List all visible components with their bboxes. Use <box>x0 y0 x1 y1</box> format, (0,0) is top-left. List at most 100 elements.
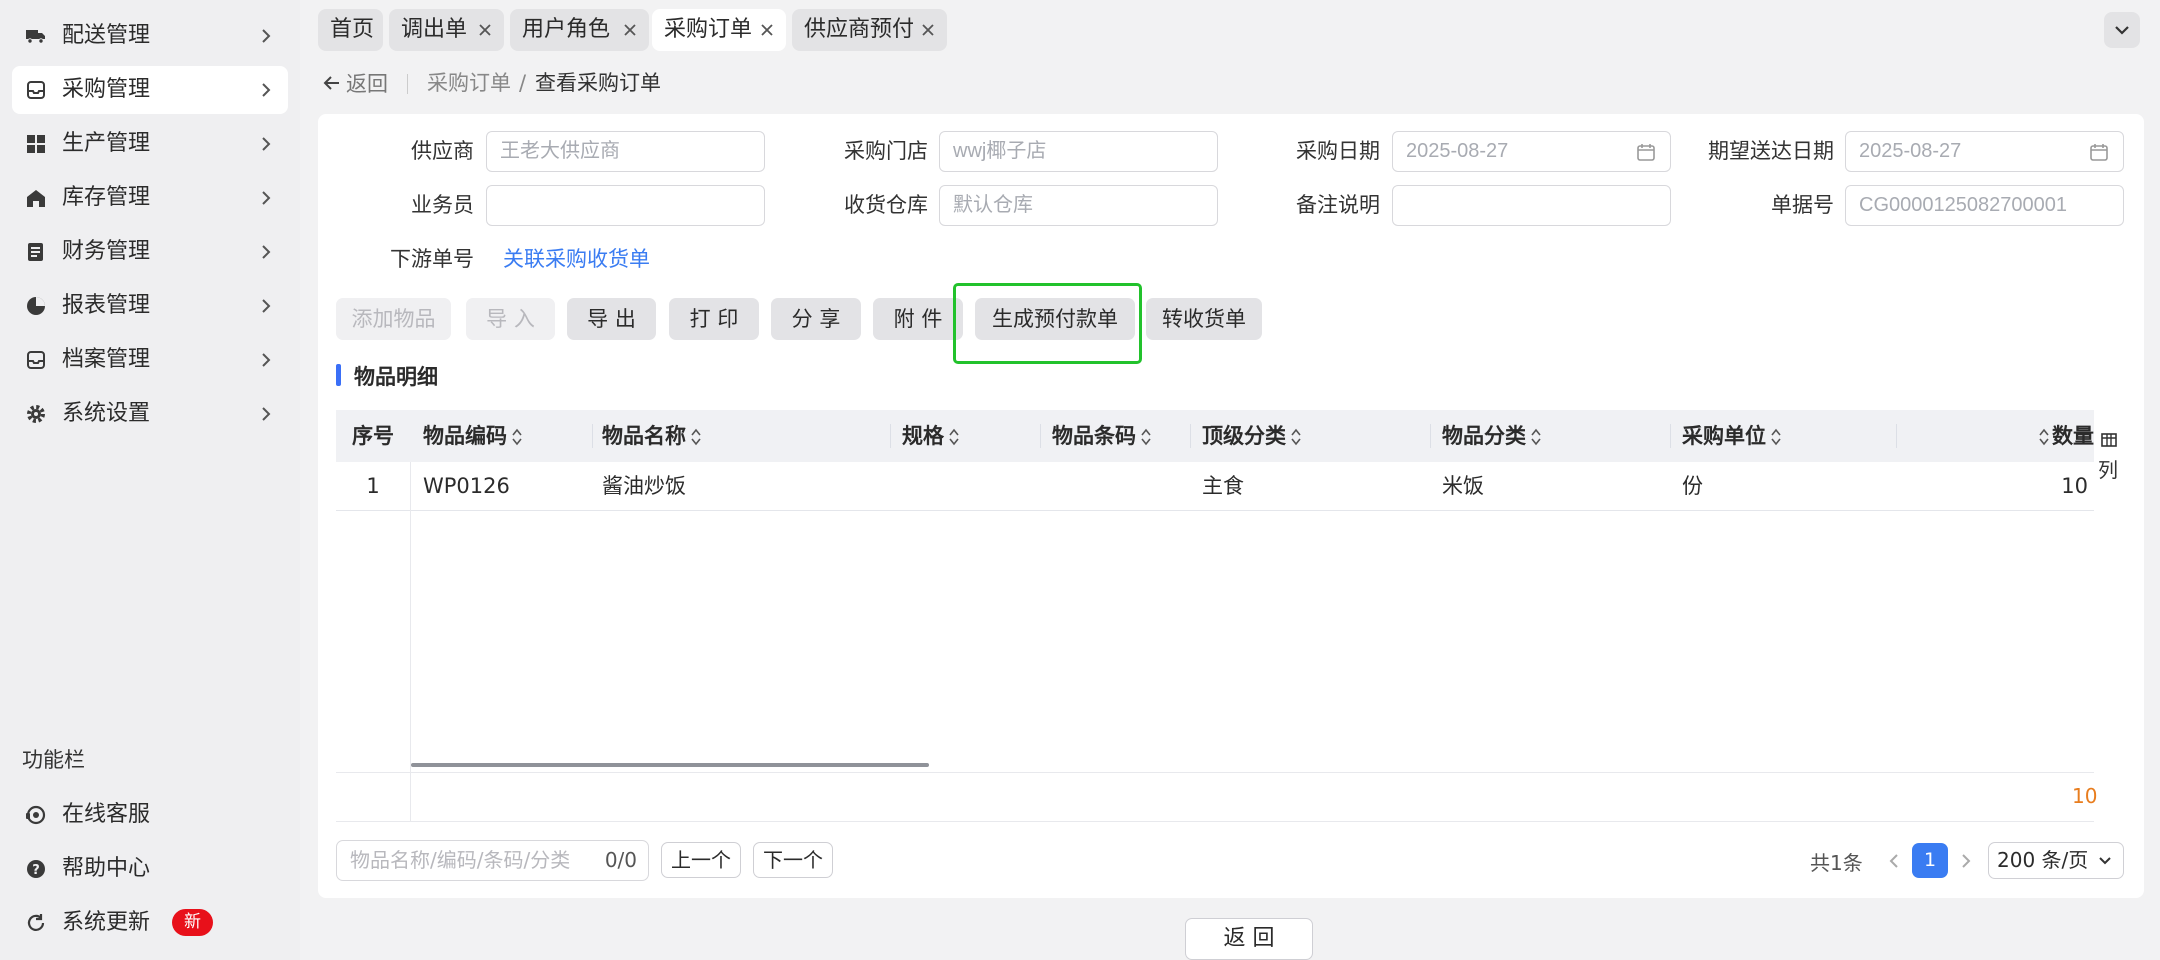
divider <box>336 821 2094 822</box>
sidebar-item-label: 库存管理 <box>62 185 151 210</box>
sidebar-item-label: 档案管理 <box>62 347 151 372</box>
store-label: 采购门店 <box>844 139 928 163</box>
tab-supplier-prepay[interactable]: 供应商预付 <box>792 9 947 51</box>
print-button[interactable]: 打 印 <box>669 298 759 340</box>
tabs-menu-button[interactable] <box>2104 12 2140 48</box>
staff-field[interactable] <box>486 185 765 226</box>
chevron-right-icon <box>262 407 271 421</box>
close-icon[interactable] <box>476 21 494 39</box>
sidebar-item-settings[interactable]: 系统设置 <box>12 390 288 438</box>
sidebar-item-archive[interactable]: 档案管理 <box>12 336 288 384</box>
online-service-item[interactable]: 在线客服 <box>12 791 288 839</box>
sidebar-item-reports[interactable]: 报表管理 <box>12 282 288 330</box>
next-match-button[interactable]: 下一个 <box>753 842 833 878</box>
sidebar-item-production[interactable]: 生产管理 <box>12 120 288 168</box>
sidebar-item-label: 系统设置 <box>62 401 151 426</box>
add-item-button[interactable]: 添加物品 <box>336 298 451 340</box>
supplier-field[interactable]: 王老大供应商 <box>486 131 765 172</box>
header-barcode[interactable]: 物品条码 <box>1052 410 1152 462</box>
bottom-back-button[interactable]: 返 回 <box>1185 918 1313 960</box>
sort-icon <box>1141 428 1151 446</box>
highlight-box <box>953 283 1142 364</box>
sidebar-item-delivery[interactable]: 配送管理 <box>12 12 288 60</box>
purchase-date-field[interactable]: 2025-08-27 <box>1392 131 1671 172</box>
sort-icon <box>1531 428 1541 446</box>
page-size-value: 200 条/页 <box>1997 848 2089 872</box>
expect-date-value: 2025-08-27 <box>1859 140 1962 162</box>
back-link[interactable]: 返回 <box>322 68 388 98</box>
share-button[interactable]: 分 享 <box>771 298 861 340</box>
table-row[interactable]: 1 WP0126 酱油炒饭 主食 米饭 份 10 <box>336 462 2094 511</box>
export-button[interactable]: 导 出 <box>567 298 656 340</box>
header-code[interactable]: 物品编码 <box>423 410 523 462</box>
column-divider <box>410 462 411 822</box>
table-header: 序号 物品编码 物品名称 规格 物品条码 顶级分类 物品分类 采购单位 数量 <box>336 410 2094 462</box>
column-divider <box>890 424 891 448</box>
remark-field[interactable] <box>1392 185 1671 226</box>
svg-text:?: ? <box>32 863 40 878</box>
help-center-item[interactable]: ? 帮助中心 <box>12 845 288 893</box>
pie-icon <box>27 297 45 315</box>
page-number-current[interactable]: 1 <box>1912 843 1948 878</box>
columns-icon <box>2101 433 2117 447</box>
to-receipt-button[interactable]: 转收货单 <box>1146 298 1262 340</box>
close-icon[interactable] <box>919 21 937 39</box>
column-divider <box>1670 424 1671 448</box>
header-qty[interactable]: 数量 <box>2036 410 2094 462</box>
docno-field[interactable]: CG0000125082700001 <box>1845 185 2124 226</box>
prev-match-button[interactable]: 上一个 <box>661 842 741 878</box>
docno-label: 单据号 <box>1771 193 1834 217</box>
attachment-button[interactable]: 附 件 <box>873 298 963 340</box>
remark-label: 备注说明 <box>1296 193 1380 217</box>
refresh-icon <box>27 914 45 931</box>
chevron-down-icon <box>2099 857 2111 865</box>
horizontal-scrollbar[interactable] <box>411 763 929 767</box>
chevron-right-icon <box>262 299 271 313</box>
cell-top-category: 主食 <box>1202 474 1244 498</box>
sort-icon <box>2039 428 2049 446</box>
close-icon[interactable] <box>758 21 776 39</box>
header-name[interactable]: 物品名称 <box>602 410 702 462</box>
downstream-label: 下游单号 <box>390 247 474 271</box>
tab-label: 供应商预付 <box>804 17 915 42</box>
item-search-input[interactable]: 物品名称/编码/条码/分类 0/0 <box>336 840 649 881</box>
tab-purchase-order[interactable]: 采购订单 <box>652 9 786 51</box>
sidebar-item-purchase[interactable]: 采购管理 <box>12 66 288 114</box>
warehouse-value: 默认仓库 <box>953 194 1033 216</box>
expect-date-field[interactable]: 2025-08-27 <box>1845 131 2124 172</box>
back-label: 返回 <box>346 72 388 96</box>
page-size-select[interactable]: 200 条/页 <box>1988 842 2124 879</box>
tab-home[interactable]: 首页 <box>318 9 383 51</box>
header-unit[interactable]: 采购单位 <box>1682 410 1782 462</box>
cell-category: 米饭 <box>1442 474 1484 498</box>
header-category[interactable]: 物品分类 <box>1442 410 1542 462</box>
function-bar-title: 功能栏 <box>22 748 85 772</box>
breadcrumb-parent[interactable]: 采购订单 <box>427 70 511 96</box>
purchase-date-label: 采购日期 <box>1296 139 1380 163</box>
sidebar-item-inventory[interactable]: 库存管理 <box>12 174 288 222</box>
column-divider <box>592 424 593 448</box>
warehouse-field[interactable]: 默认仓库 <box>939 185 1218 226</box>
header-spec[interactable]: 规格 <box>902 410 960 462</box>
chevron-right-icon[interactable] <box>1956 850 1976 872</box>
column-settings-button[interactable]: 列 <box>2094 410 2124 500</box>
tab-user-roles[interactable]: 用户角色 <box>510 9 649 51</box>
chevron-left-icon[interactable] <box>1884 850 1904 872</box>
chevron-right-icon <box>262 29 271 43</box>
sort-icon <box>1771 428 1781 446</box>
cell-unit: 份 <box>1682 474 1703 498</box>
total-count: 共1条 <box>1810 851 1863 875</box>
related-receipt-link[interactable]: 关联采购收货单 <box>503 239 650 279</box>
tab-transfer-out[interactable]: 调出单 <box>389 9 504 51</box>
close-icon[interactable] <box>621 21 639 39</box>
header-top-category[interactable]: 顶级分类 <box>1202 410 1302 462</box>
cell-name: 酱油炒饭 <box>602 474 686 498</box>
func-item-label: 系统更新 <box>62 910 151 935</box>
system-update-item[interactable]: 系统更新 新 <box>12 899 288 947</box>
header-seq: 序号 <box>352 424 394 448</box>
import-button[interactable]: 导 入 <box>466 298 555 340</box>
chevron-right-icon <box>262 137 271 151</box>
sidebar-item-finance[interactable]: 财务管理 <box>12 228 288 276</box>
store-field[interactable]: wwj椰子店 <box>939 131 1218 172</box>
headset-icon <box>26 805 46 825</box>
